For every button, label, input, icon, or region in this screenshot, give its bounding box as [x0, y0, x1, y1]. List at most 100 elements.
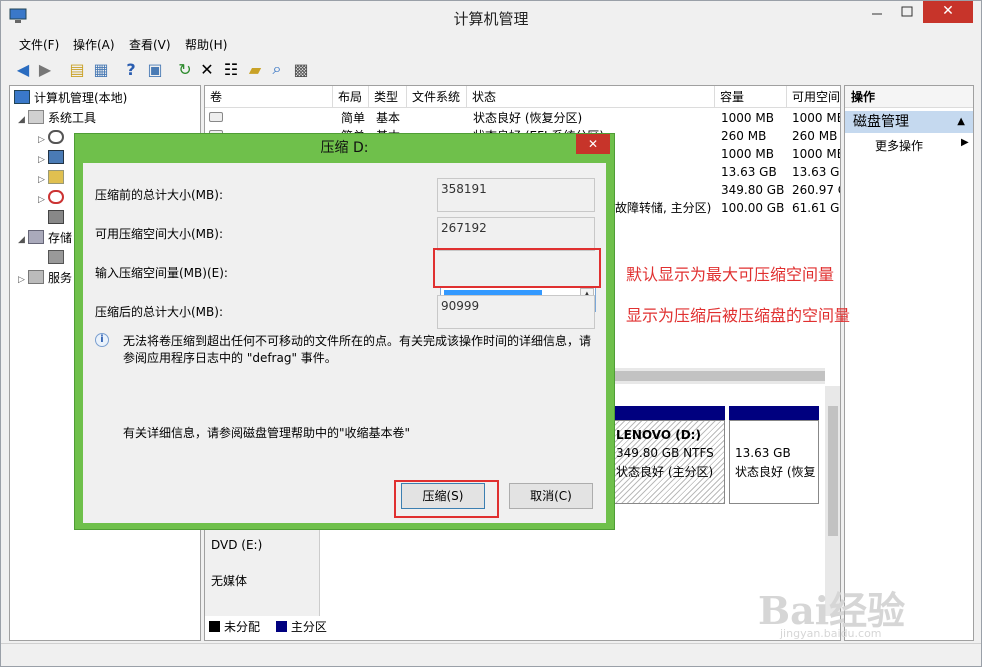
- menu-help[interactable]: 帮助(H): [185, 36, 227, 53]
- info-icon: i: [95, 333, 109, 347]
- partition-status: 状态良好 (恢复: [735, 465, 816, 479]
- dialog-title: 压缩 D:: [320, 140, 369, 156]
- partition-recovery[interactable]: 13.63 GB 状态良好 (恢复: [729, 406, 819, 504]
- help-text: 有关详细信息，请参阅磁盘管理帮助中的"收缩基本卷": [123, 426, 411, 440]
- table-row[interactable]: 简单 基本 状态良好 (恢复分区) 1000 MB 1000 MB: [205, 109, 840, 127]
- properties-icon[interactable]: ▣: [145, 59, 165, 79]
- back-icon[interactable]: ◀: [13, 59, 33, 79]
- legend-primary: 主分区: [290, 620, 327, 634]
- menu-action[interactable]: 操作(A): [73, 36, 115, 53]
- col-free-space[interactable]: 可用空间: [787, 86, 840, 108]
- total-after-label: 压缩后的总计大小(MB):: [95, 305, 223, 319]
- primary-partition-bar: [729, 406, 819, 420]
- col-layout[interactable]: 布局: [333, 86, 369, 108]
- cell-capacity: 1000 MB: [721, 147, 774, 161]
- total-before-label: 压缩前的总计大小(MB):: [95, 188, 223, 202]
- expand-down-icon: ◢: [18, 235, 25, 245]
- cell-free: 13.63 GB: [792, 165, 840, 179]
- tree-root-label: 计算机管理(本地): [34, 91, 128, 105]
- tree-item-task-scheduler[interactable]: ▷: [38, 128, 68, 148]
- services-icon: [28, 270, 44, 284]
- tree-item-system-tools[interactable]: ◢ 系统工具: [18, 108, 96, 128]
- storage-icon: [28, 230, 44, 244]
- expand-right-icon: ▷: [38, 195, 45, 205]
- open-folder-icon[interactable]: ▰: [245, 59, 265, 79]
- actions-section-disk-management[interactable]: 磁盘管理 ▲: [845, 111, 973, 133]
- expand-right-icon: ▷: [38, 155, 45, 165]
- tree-item-storage[interactable]: ◢ 存储: [18, 228, 72, 248]
- cell-free: 61.61 GB: [792, 201, 840, 215]
- disk-management-icon: [48, 250, 64, 264]
- primary-partition-bar: [613, 406, 725, 420]
- tree-system-tools-label: 系统工具: [48, 111, 97, 125]
- partition-size: 349.80 GB NTFS: [616, 446, 714, 460]
- computer-icon: [14, 90, 30, 104]
- cell-status: 状态良好 (恢复分区): [473, 111, 583, 125]
- menu-bar: 文件(F) 操作(A) 查看(V) 帮助(H): [1, 33, 981, 55]
- col-status[interactable]: 状态: [467, 86, 715, 108]
- partition-size: 13.63 GB: [735, 446, 791, 460]
- delete-icon[interactable]: ✕: [197, 59, 217, 79]
- tree-item-root[interactable]: 计算机管理(本地): [14, 88, 127, 108]
- maximize-icon: [901, 6, 913, 17]
- actions-pane: 操作 磁盘管理 ▲ 更多操作 ▶: [844, 85, 974, 641]
- shrink-amount-label: 输入压缩空间量(MB)(E):: [95, 266, 228, 280]
- expand-right-icon: ▷: [18, 275, 25, 285]
- tree-item-shared-folders[interactable]: ▷: [38, 168, 68, 188]
- no-media-label: 无媒体: [211, 574, 248, 588]
- more-actions-item[interactable]: 更多操作 ▶: [875, 137, 969, 154]
- cell-free: 260.97 GB: [792, 183, 840, 197]
- refresh-icon[interactable]: ↻: [175, 59, 195, 79]
- minimize-icon: [872, 13, 882, 15]
- cell-capacity: 349.80 GB: [721, 183, 785, 197]
- close-icon: ✕: [942, 3, 954, 19]
- expand-down-icon: ◢: [18, 115, 25, 125]
- search-icon[interactable]: ⌕: [267, 59, 287, 79]
- tree-item-disk-management[interactable]: [48, 248, 68, 268]
- shrink-dialog: 压缩 D: ✕ 压缩前的总计大小(MB): 358191 可用压缩空间大小(MB…: [74, 133, 615, 530]
- partition-status: 状态良好 (主分区): [616, 465, 714, 479]
- shared-folder-icon: [48, 170, 64, 184]
- menu-view[interactable]: 查看(V): [129, 36, 171, 53]
- tools-icon: [28, 110, 44, 124]
- partition-lenovo-d[interactable]: LENOVO (D:) 349.80 GB NTFS 状态良好 (主分区): [613, 406, 725, 504]
- dialog-body: 压缩前的总计大小(MB): 358191 可用压缩空间大小(MB): 26719…: [83, 163, 606, 523]
- tree-item-performance[interactable]: ▷: [38, 188, 68, 208]
- tree-item-device-manager[interactable]: [48, 208, 68, 228]
- col-capacity[interactable]: 容量: [715, 86, 787, 108]
- unallocated-swatch: [209, 621, 220, 632]
- col-volume[interactable]: 卷: [205, 86, 333, 108]
- watermark-url: jingyan.baidu.com: [780, 627, 882, 640]
- tree-item-event-viewer[interactable]: ▷: [38, 148, 68, 168]
- partition-body: [729, 420, 819, 504]
- format-icon[interactable]: ☷: [221, 59, 241, 79]
- cell-type: 基本: [376, 111, 401, 125]
- forward-icon[interactable]: ▶: [35, 59, 55, 79]
- close-button[interactable]: ✕: [923, 1, 973, 23]
- scroll-thumb[interactable]: [828, 406, 838, 536]
- available-value: 267192: [437, 217, 595, 251]
- disk-properties-icon[interactable]: ▩: [291, 59, 311, 79]
- toolbar: ◀ ▶ ▤ ▦ ? ▣ ↻ ✕ ☷ ▰ ⌕ ▩: [1, 55, 981, 83]
- maximize-button[interactable]: [893, 1, 921, 23]
- menu-file[interactable]: 文件(F): [19, 36, 59, 53]
- window-title: 计算机管理: [453, 10, 529, 28]
- total-before-value: 358191: [437, 178, 595, 212]
- up-folder-icon[interactable]: ▤: [67, 59, 87, 79]
- cell-capacity: 1000 MB: [721, 111, 774, 125]
- col-filesystem[interactable]: 文件系统: [407, 86, 467, 108]
- tree-storage-label: 存储: [48, 231, 73, 245]
- help-icon[interactable]: ?: [121, 59, 141, 79]
- performance-icon: [48, 190, 64, 204]
- minimize-button[interactable]: [863, 1, 891, 23]
- dialog-close-button[interactable]: ✕: [576, 134, 610, 154]
- tree-item-services[interactable]: ▷ 服务: [18, 268, 72, 288]
- show-tree-icon[interactable]: ▦: [91, 59, 111, 79]
- annotation-after-shrink: 显示为压缩后被压缩盘的空间量: [626, 306, 851, 325]
- scroll-thumb[interactable]: [615, 371, 825, 381]
- more-actions-label: 更多操作: [875, 139, 924, 153]
- cancel-button[interactable]: 取消(C): [509, 483, 593, 509]
- cell-free: 1000 MB: [792, 147, 841, 161]
- col-type[interactable]: 类型: [369, 86, 407, 108]
- tree-services-label: 服务: [48, 271, 73, 285]
